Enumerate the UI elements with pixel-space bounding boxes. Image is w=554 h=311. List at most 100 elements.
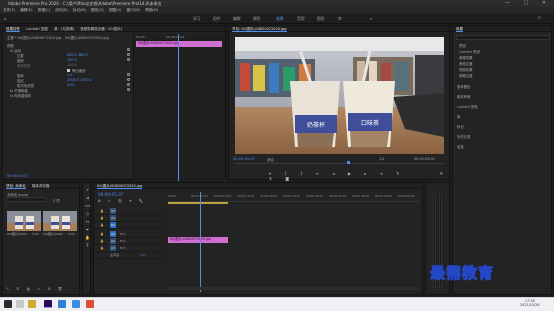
track-header-v1[interactable]: 🔒 V1: [94, 222, 166, 229]
add-button[interactable]: +: [439, 171, 443, 177]
track-select-icon[interactable]: ⇉: [85, 195, 90, 200]
mark-out-icon[interactable]: }: [300, 171, 309, 176]
tab-audio-clip-mixer[interactable]: 音频剪辑混合器：00(图片): [80, 27, 122, 31]
go-to-in-icon[interactable]: ⇤: [316, 171, 325, 176]
tab-source[interactable]: 源：(无剪辑): [54, 27, 74, 31]
panel-essential-sound[interactable]: 基本声音: [457, 94, 471, 99]
menu-view[interactable]: 视图(V): [109, 8, 121, 12]
reset-icon[interactable]: [127, 73, 130, 76]
effects-tree-audio-transitions[interactable]: 音频过渡: [459, 61, 473, 66]
more-workspaces-icon[interactable]: »: [370, 16, 372, 21]
tab-lumetri-scopes[interactable]: Lumetri 范围: [26, 27, 48, 31]
menu-help[interactable]: 帮助(H): [145, 8, 158, 12]
section-time-remap[interactable]: fx 时间重映射: [10, 93, 31, 98]
step-forward-icon[interactable]: ▸: [364, 171, 372, 176]
workspace-learning[interactable]: 学习: [193, 16, 201, 22]
new-bin-icon[interactable]: ▭: [37, 287, 43, 291]
track-header-a2[interactable]: 🔒 A2 M S: [94, 238, 166, 245]
premiere-pro-icon[interactable]: [44, 300, 52, 308]
list-view-icon[interactable]: ☰: [16, 287, 22, 291]
track-label[interactable]: A3: [110, 245, 116, 251]
effects-tree-video-transitions[interactable]: 视频过渡: [459, 73, 473, 78]
reset-icon[interactable]: [127, 78, 130, 81]
panel-essential-graphics[interactable]: 基本图形: [457, 84, 471, 89]
work-area-bar[interactable]: [168, 202, 228, 204]
pen-tool-icon[interactable]: ✒: [85, 227, 90, 232]
hand-tool-icon[interactable]: ✋: [85, 235, 90, 240]
workspace-libraries[interactable]: 库: [338, 16, 342, 22]
reset-icon[interactable]: [127, 88, 130, 91]
selection-tool-icon[interactable]: ➤: [85, 187, 90, 192]
new-item-icon[interactable]: ⊞: [48, 287, 54, 291]
timeline-tab[interactable]: 00(图片)00820072020.jpg: [97, 184, 143, 189]
extract-icon[interactable]: ⊻: [269, 176, 278, 181]
timeline-scrollbar[interactable]: [168, 287, 418, 290]
sequence-label[interactable]: 00(图片)00820072020.jpg: [65, 35, 109, 40]
effects-tree-presets[interactable]: 预设: [459, 43, 466, 48]
menu-clip[interactable]: 剪辑(C): [38, 8, 51, 12]
add-marker-icon[interactable]: ▾: [130, 199, 135, 203]
reset-icon[interactable]: [127, 48, 130, 51]
source-label[interactable]: 主要 * 00(图片)00820072020.jpg: [7, 35, 61, 40]
snap-icon[interactable]: ⊂: [108, 199, 114, 203]
clear-icon[interactable]: 🗑: [58, 287, 66, 291]
prop-rotation-value[interactable]: 0.0: [67, 73, 72, 77]
program-monitor-title[interactable]: 节目: 00(图片)00820072020.jpg: [232, 27, 287, 32]
razor-tool-icon[interactable]: ◇: [85, 211, 90, 216]
minimize-button[interactable]: —: [505, 0, 516, 6]
effects-tree-video-effects[interactable]: 视频效果: [459, 67, 473, 72]
project-thumb[interactable]: [43, 211, 77, 231]
program-playhead[interactable]: [347, 161, 350, 164]
panel-lumetri-color[interactable]: Lumetri 颜色: [457, 104, 478, 109]
panel-info[interactable]: 信息: [457, 144, 464, 149]
track-header-v3[interactable]: 🔒 V3: [94, 208, 166, 215]
track-header-v2[interactable]: 🔒 V2: [94, 215, 166, 222]
type-tool-icon[interactable]: T: [85, 243, 90, 248]
workspace-color[interactable]: 颜色: [253, 16, 261, 22]
prop-anti-flicker-value[interactable]: 0.00: [67, 83, 75, 87]
tab-effect-controls[interactable]: 效果控件: [6, 27, 20, 32]
track-label[interactable]: A2: [110, 238, 116, 244]
program-quality-select[interactable]: 1/2: [379, 157, 384, 161]
effect-clip-bar[interactable]: 00(图片)00820072020.jpg: [136, 41, 222, 47]
search-icon[interactable]: [16, 300, 24, 308]
timeline-clip[interactable]: 00(图片)00820072020.jpg: [168, 237, 228, 243]
workspace-assembly[interactable]: 组件: [213, 16, 221, 22]
track-label[interactable]: A1: [110, 231, 116, 237]
browser-icon[interactable]: [58, 300, 66, 308]
lift-icon[interactable]: ⊼: [396, 171, 405, 176]
menu-sequence[interactable]: 序列(S): [55, 8, 67, 12]
prop-anchor-value[interactable]: 2000.0 1500.0: [67, 78, 92, 82]
timeline-timecode[interactable]: 00:00:01:07: [98, 192, 124, 197]
program-fit-select[interactable]: 适合: [267, 157, 274, 162]
icon-view-icon[interactable]: ▦: [27, 287, 33, 291]
effects-tree-lumetri-presets[interactable]: Lumetri 预设: [459, 49, 480, 54]
ripple-edit-icon[interactable]: ⟺: [85, 203, 91, 208]
prop-position-value[interactable]: 640.0 360.0: [67, 53, 88, 57]
tab-project[interactable]: 项目: 未命名: [6, 184, 26, 189]
menu-marker[interactable]: 标记(M): [73, 8, 86, 12]
effect-controls-time[interactable]: 00:00:01:07: [7, 174, 28, 178]
workspace-editing[interactable]: 编辑: [233, 16, 241, 22]
track-label[interactable]: V2: [110, 215, 116, 221]
effects-search-input[interactable]: [456, 35, 550, 40]
panel-libraries[interactable]: 库: [457, 114, 460, 119]
step-back-icon[interactable]: ◂: [333, 171, 341, 176]
timeline-playhead[interactable]: [200, 192, 201, 292]
panel-markers[interactable]: 标记: [457, 124, 464, 129]
tab-media-browser[interactable]: 媒体浏览器: [32, 184, 50, 188]
app-icon[interactable]: [86, 300, 94, 308]
reset-icon[interactable]: [127, 83, 130, 86]
workspace-audio[interactable]: 音频: [297, 16, 305, 22]
maximize-button[interactable]: □: [523, 0, 534, 6]
menu-window[interactable]: 窗口(W): [127, 8, 141, 12]
effects-panel-title[interactable]: 效果: [456, 27, 463, 32]
slip-tool-icon[interactable]: ↔: [85, 219, 90, 224]
project-search-input[interactable]: [6, 197, 46, 202]
program-scrub-bar[interactable]: [235, 163, 444, 164]
track-label[interactable]: V3: [110, 208, 116, 214]
menu-file[interactable]: 文件(F): [3, 8, 15, 12]
go-to-out-icon[interactable]: ⇥: [380, 171, 389, 176]
window-controls[interactable]: — □ ✕: [505, 0, 552, 7]
uniform-scale-checkbox[interactable]: [67, 69, 70, 72]
